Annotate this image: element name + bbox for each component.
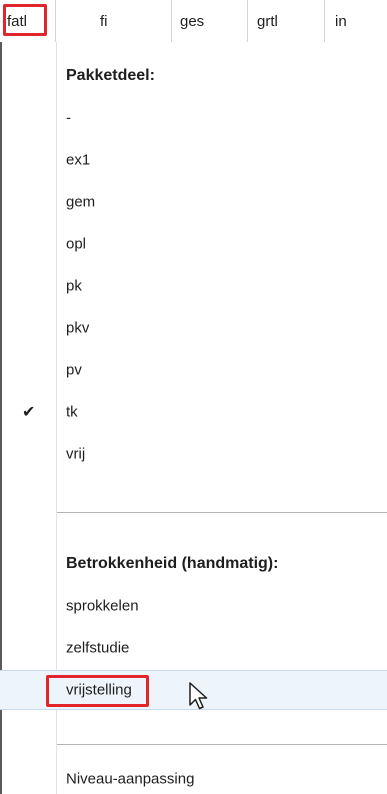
menu-item-vrijstelling[interactable]: vrijstelling xyxy=(0,670,387,710)
mouse-pointer-icon xyxy=(189,682,208,710)
menu-item-label: vrij xyxy=(66,445,86,463)
menu-item-pk[interactable]: pk xyxy=(0,267,387,305)
menu-item-zelfstudie[interactable]: zelfstudie xyxy=(0,629,387,667)
column-header-fatl[interactable]: fatl xyxy=(0,0,56,42)
menu-item-niveau-aanpassing[interactable]: Niveau-aanpassing xyxy=(0,763,387,794)
column-header-fi-label: fi xyxy=(100,12,108,30)
menu-item-label: opl xyxy=(66,235,87,253)
menu-item-label: zelfstudie xyxy=(66,639,130,657)
highlight-box-fatl xyxy=(3,4,47,36)
menu-item-label: - xyxy=(66,109,71,127)
menu-item-sprokkelen[interactable]: sprokkelen xyxy=(0,587,387,625)
menu-item-label: ex1 xyxy=(66,151,91,169)
menu-separator xyxy=(57,512,387,513)
column-header-fi[interactable]: fi xyxy=(92,0,172,42)
menu-item-label: gem xyxy=(66,193,96,211)
menu-item-label: pv xyxy=(66,361,82,379)
menu-separator xyxy=(57,744,387,745)
column-header-in[interactable]: in xyxy=(325,0,387,42)
menu-heading-pakketdeel: Pakketdeel: xyxy=(66,67,155,84)
menu-item-label: sprokkelen xyxy=(66,597,139,615)
menu-item-vrij[interactable]: vrij xyxy=(0,435,387,473)
menu-item-label: pk xyxy=(66,277,82,295)
column-header-grtl[interactable]: grtl xyxy=(248,0,325,42)
menu-heading-betrokkenheid: Betrokkenheid (handmatig): xyxy=(66,555,279,572)
column-header-in-label: in xyxy=(335,12,347,30)
menu-item-ex1[interactable]: ex1 xyxy=(0,141,387,179)
menu-item-pv[interactable]: pv xyxy=(0,351,387,389)
column-header-bar: fatl fi ges grtl in xyxy=(0,0,387,43)
dropdown-menu: Pakketdeel: - ex1 gem opl pk pkv pv ✔ tk… xyxy=(0,42,387,794)
menu-item-gem[interactable]: gem xyxy=(0,183,387,221)
column-header-ges[interactable]: ges xyxy=(172,0,248,42)
menu-item-opl[interactable]: opl xyxy=(0,225,387,263)
menu-item-label: tk xyxy=(66,403,78,421)
menu-item-pkv[interactable]: pkv xyxy=(0,309,387,347)
checkmark-icon: ✔ xyxy=(22,404,36,421)
column-header-grtl-label: grtl xyxy=(257,12,278,30)
menu-item-tk[interactable]: ✔ tk xyxy=(0,393,387,431)
column-header-ges-label: ges xyxy=(180,12,205,30)
highlight-box-vrijstelling xyxy=(46,675,149,707)
menu-item-label: Niveau-aanpassing xyxy=(66,770,195,787)
menu-item-dash[interactable]: - xyxy=(0,99,387,137)
menu-item-label: pkv xyxy=(66,319,90,337)
